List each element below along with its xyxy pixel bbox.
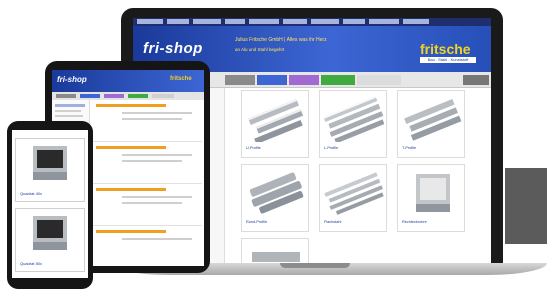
tablet-product-row[interactable]	[92, 144, 202, 184]
site-tagline-secondary: an Alu und Stahl begehrt	[235, 47, 285, 52]
phone-screen: Quadrat 40x Quadrat 50x	[12, 130, 88, 278]
phone-product-card[interactable]: Quadrat 50x	[15, 208, 85, 272]
category-caption: U-Profile	[246, 146, 261, 150]
tablet-product-row[interactable]	[92, 102, 202, 142]
tablet-nav-item[interactable]	[152, 94, 174, 98]
tablet-nav	[52, 92, 204, 100]
promo-banner	[505, 168, 547, 244]
phone-product-card[interactable]: Quadrat 40x	[15, 138, 85, 202]
laptop-notch	[280, 263, 350, 268]
rect-tube-image	[416, 174, 450, 212]
menu-tab-4[interactable]	[321, 75, 355, 85]
top-navigation-bar[interactable]	[133, 18, 491, 26]
brand-subtitle: Bau . Stahl . Kunststoff	[420, 57, 476, 63]
category-caption: Flachstahl	[324, 220, 342, 224]
l-profile-image	[324, 96, 384, 142]
tablet-header: fri-shop fritsche	[52, 70, 204, 92]
phone-card-caption: Quadrat 40x	[20, 191, 43, 196]
category-caption: L-Profile	[324, 146, 339, 150]
tablet-logo[interactable]: fri-shop	[57, 75, 87, 84]
category-caption: Rechteckrohre	[402, 220, 427, 224]
tablet-nav-item[interactable]	[56, 94, 76, 98]
category-tile[interactable]: Flachstahl	[319, 164, 387, 232]
tablet-brand[interactable]: fritsche	[170, 76, 192, 82]
t-profile-image	[404, 98, 462, 141]
category-tile[interactable]: T-Profile	[397, 90, 465, 158]
product-image	[252, 252, 300, 262]
menu-tab-1[interactable]	[225, 75, 255, 85]
round-profile-image	[249, 172, 304, 214]
flat-bar-image	[324, 172, 384, 215]
menu-tab-5[interactable]	[357, 75, 401, 85]
brand-logo[interactable]: fritsche Bau . Stahl . Kunststoff	[420, 41, 480, 63]
tablet-product-row[interactable]	[92, 186, 202, 226]
tablet-nav-item[interactable]	[128, 94, 148, 98]
category-tile[interactable]: U-Profile	[241, 90, 309, 158]
brand-name: fritsche	[420, 41, 471, 57]
tablet-nav-item[interactable]	[104, 94, 124, 98]
category-tile[interactable]: L-Profile	[319, 90, 387, 158]
menu-tab-3[interactable]	[289, 75, 319, 85]
site-logo[interactable]: fri-shop	[143, 40, 203, 57]
square-tube-image	[33, 146, 67, 180]
category-caption: Rund-Profile	[246, 220, 268, 224]
u-profile-image	[248, 98, 304, 142]
phone-card-caption: Quadrat 50x	[20, 261, 43, 266]
square-tube-image	[33, 216, 67, 250]
category-tile[interactable]	[241, 238, 309, 264]
site-tagline: Julius Fritsche GmbH | Alles was ihr Her…	[235, 37, 327, 43]
menu-tab-2[interactable]	[257, 75, 287, 85]
tablet-product-row[interactable]	[92, 228, 202, 266]
category-caption: T-Profile	[402, 146, 417, 150]
category-tile[interactable]: Rechteckrohre	[397, 164, 465, 232]
tablet-nav-item[interactable]	[80, 94, 100, 98]
category-tile[interactable]: Rund-Profile	[241, 164, 309, 232]
menu-tab-6[interactable]	[463, 75, 489, 85]
